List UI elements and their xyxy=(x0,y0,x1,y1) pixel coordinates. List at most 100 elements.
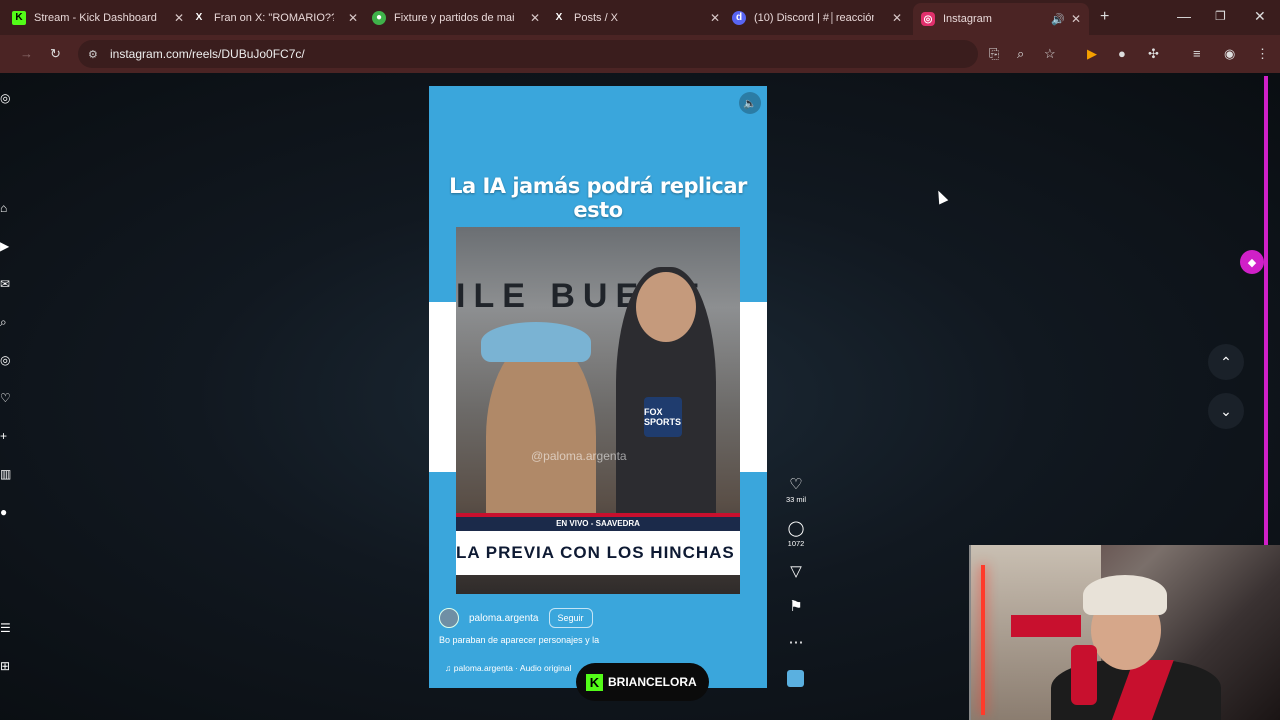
more-options-button[interactable]: ⋯ xyxy=(782,633,810,651)
streamer-name: BRIANCELORA xyxy=(608,675,697,689)
comment-count: 1072 xyxy=(787,539,805,548)
author-username[interactable]: paloma.argenta xyxy=(469,613,539,624)
tab-discord[interactable]: d (10) Discord | #│reacción-l ✕ xyxy=(732,4,902,31)
reel-caption[interactable]: Bo paraban de aparecer personajes y la xyxy=(439,635,599,645)
follow-button[interactable]: Seguir xyxy=(548,608,593,628)
new-tab-icon[interactable]: + xyxy=(1100,8,1109,26)
bookmark-icon: ⚑ xyxy=(789,598,803,615)
instagram-icon: ◎ xyxy=(921,12,935,26)
search-icon[interactable]: ⌕ xyxy=(0,315,7,330)
author-avatar[interactable] xyxy=(439,608,459,628)
reel-title-overlay: La IA jamás podrá replicar esto xyxy=(449,174,747,222)
create-icon[interactable]: + xyxy=(0,429,7,443)
fan-cap xyxy=(481,322,591,362)
streamer-badge: K BRIANCELORA xyxy=(576,663,709,701)
floating-extension-icon[interactable]: ◆ xyxy=(1240,250,1264,274)
close-tab-icon[interactable]: ✕ xyxy=(1071,12,1081,26)
volume-icon[interactable]: 🔈 xyxy=(739,92,761,114)
scrollbar[interactable] xyxy=(1264,76,1268,620)
tab-fixture[interactable]: ● Fixture y partidos de maña ✕ xyxy=(372,4,540,31)
comment-icon: ◯ xyxy=(787,520,805,537)
more-menu-icon[interactable]: ☰ xyxy=(0,621,11,635)
tab-title: Fixture y partidos de maña xyxy=(394,11,514,24)
chevron-down-icon: ⌄ xyxy=(1220,402,1232,419)
embedded-clip: ILE BUEVE FOX SPORTS @paloma.argenta EN … xyxy=(456,227,740,594)
reporter-face xyxy=(636,272,696,342)
address-bar[interactable]: ⚙ instagram.com/reels/DUBuJo0FC7c/ xyxy=(78,40,978,68)
led-lights xyxy=(981,565,985,715)
audio-label: paloma.argenta · Audio original xyxy=(453,663,572,673)
browser-toolbar: → ↻ ⚙ instagram.com/reels/DUBuJo0FC7c/ ⎘… xyxy=(0,35,1280,73)
install-app-icon[interactable]: ⎘ xyxy=(989,46,999,62)
live-label: EN VIVO - SAAVEDRA xyxy=(456,517,740,531)
tab-x-fran[interactable]: X Fran on X: "ROMARIO??? I ✕ xyxy=(192,4,358,31)
minimize-icon[interactable]: — xyxy=(1177,8,1191,24)
site-info-icon[interactable]: ⚙ xyxy=(88,48,98,61)
save-button[interactable]: ⚑ xyxy=(782,597,810,615)
dashboard-icon[interactable]: ▥ xyxy=(0,467,11,481)
more-icon: ⋯ xyxy=(788,634,804,651)
comment-button[interactable]: ◯ 1072 xyxy=(782,519,810,548)
tab-instagram[interactable]: ◎ Instagram 🔊 ✕ xyxy=(913,3,1089,35)
soccer-icon: ● xyxy=(372,10,386,25)
discord-icon: d xyxy=(732,10,746,25)
window-close-icon[interactable]: ✕ xyxy=(1254,8,1266,25)
watermark: @paloma.argenta xyxy=(531,449,627,463)
tab-title: Instagram xyxy=(943,13,992,25)
next-reel-button[interactable]: ⌄ xyxy=(1208,393,1244,429)
streamer-cap xyxy=(1083,575,1167,615)
messages-icon[interactable]: ✉ xyxy=(0,277,10,291)
profile-avatar-icon[interactable]: ● xyxy=(0,505,7,519)
forward-icon[interactable]: → xyxy=(20,46,33,61)
audio-thumbnail[interactable] xyxy=(787,670,804,687)
lower-third-text: LA PREVIA CON LOS HINCHAS D xyxy=(456,531,740,575)
music-note-icon: ♫ xyxy=(445,663,454,673)
instagram-logo-icon[interactable]: ◎ xyxy=(0,91,10,105)
extensions-puzzle-icon[interactable]: ✣ xyxy=(1148,46,1159,62)
reel-audio[interactable]: ♫ paloma.argenta · Audio original xyxy=(445,663,571,673)
tab-title: (10) Discord | #│reacción-l xyxy=(754,11,874,24)
x-icon: X xyxy=(195,12,203,23)
extension-dot-icon[interactable]: ● xyxy=(1118,46,1126,61)
tab-kick-dashboard[interactable]: K Stream - Kick Dashboard ✕ xyxy=(12,4,184,31)
streamer-webcam xyxy=(969,545,1280,720)
close-tab-icon[interactable]: ✕ xyxy=(174,11,184,25)
share-button[interactable]: ▽ xyxy=(782,562,810,580)
meta-apps-icon[interactable]: ⊞ xyxy=(0,659,10,673)
microphone: FOX SPORTS xyxy=(644,397,682,437)
tab-title: Posts / X xyxy=(574,11,619,24)
extension-play-icon[interactable]: ▶ xyxy=(1087,46,1097,62)
zoom-icon[interactable]: ⌕ xyxy=(1017,46,1024,62)
reload-icon[interactable]: ↻ xyxy=(50,46,61,62)
send-icon: ▽ xyxy=(790,563,802,580)
reels-icon[interactable]: ▶ xyxy=(0,239,9,253)
fan xyxy=(486,337,596,537)
close-tab-icon[interactable]: ✕ xyxy=(348,11,358,25)
reel-video[interactable]: La IA jamás podrá replicar esto 🔈 ILE BU… xyxy=(429,86,767,688)
x-icon: X xyxy=(555,12,563,23)
bookmark-star-icon[interactable]: ☆ xyxy=(1044,46,1056,62)
close-tab-icon[interactable]: ✕ xyxy=(710,11,720,25)
kick-icon: K xyxy=(12,10,26,25)
tab-bar: K Stream - Kick Dashboard ✕ X Fran on X:… xyxy=(0,0,1280,35)
kick-logo-icon: K xyxy=(586,673,603,691)
like-button[interactable]: ♡ 33 mil xyxy=(782,475,810,504)
close-tab-icon[interactable]: ✕ xyxy=(892,11,902,25)
media-control-icon[interactable]: ≡ xyxy=(1193,46,1201,61)
tab-posts-x[interactable]: X Posts / X ✕ xyxy=(552,4,720,31)
restore-icon[interactable]: ❐ xyxy=(1215,9,1226,23)
like-count: 33 mil xyxy=(785,495,806,504)
profile-icon[interactable]: ◉ xyxy=(1224,46,1235,62)
close-tab-icon[interactable]: ✕ xyxy=(530,11,540,25)
tab-title: Fran on X: "ROMARIO??? I xyxy=(214,11,334,24)
url-text: instagram.com/reels/DUBuJo0FC7c/ xyxy=(110,47,305,61)
heart-icon: ♡ xyxy=(789,476,803,493)
notifications-icon[interactable]: ♡ xyxy=(0,391,11,405)
wall-flag xyxy=(1011,615,1081,637)
home-icon[interactable]: ⌂ xyxy=(0,201,7,215)
tab-title: Stream - Kick Dashboard xyxy=(34,11,157,24)
audio-playing-icon[interactable]: 🔊 xyxy=(1051,13,1065,26)
previous-reel-button[interactable]: ⌃ xyxy=(1208,344,1244,380)
explore-icon[interactable]: ◎ xyxy=(0,353,10,367)
menu-icon[interactable]: ⋮ xyxy=(1256,46,1269,62)
